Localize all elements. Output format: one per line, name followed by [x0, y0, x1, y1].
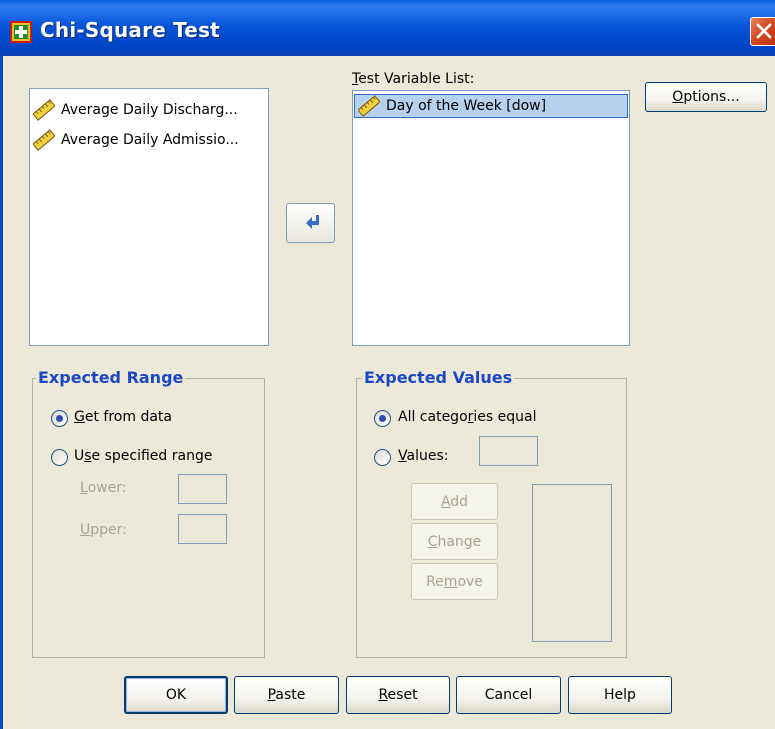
list-item-label: Average Daily Admissio...	[61, 132, 239, 148]
all-categories-equal-label: All categories equal	[398, 409, 537, 425]
source-variable-list[interactable]: Average Daily Discharg... Average Daily …	[29, 88, 269, 346]
window-title: Chi-Square Test	[40, 18, 220, 42]
list-item[interactable]: Average Daily Discharg...	[33, 98, 238, 122]
use-specified-range-radio[interactable]	[51, 449, 68, 466]
list-item-label: Average Daily Discharg...	[61, 102, 238, 118]
get-from-data-radio[interactable]	[51, 410, 68, 427]
close-icon	[756, 23, 772, 39]
scale-ruler-icon	[33, 129, 55, 151]
list-item[interactable]: Day of the Week [dow]	[354, 94, 628, 118]
lower-field[interactable]	[178, 474, 227, 504]
values-radio[interactable]	[374, 449, 391, 466]
values-label: Values:	[398, 448, 449, 464]
change-button[interactable]: Change	[411, 523, 498, 560]
cancel-button[interactable]: Cancel	[456, 676, 561, 714]
upper-field[interactable]	[178, 514, 227, 544]
help-button[interactable]: Help	[568, 676, 672, 714]
list-item[interactable]: Average Daily Admissio...	[33, 128, 239, 152]
use-specified-range-label: Use specified range	[74, 448, 213, 464]
add-button[interactable]: Add	[411, 483, 498, 520]
all-categories-equal-radio[interactable]	[374, 410, 391, 427]
list-item-label: Day of the Week [dow]	[386, 98, 547, 114]
options-button[interactable]: Options...	[645, 82, 767, 112]
move-variable-button[interactable]	[286, 203, 335, 243]
title-bar: Chi-Square Test	[0, 0, 775, 56]
test-variable-list-label: Test Variable List:	[352, 71, 475, 87]
values-field[interactable]	[479, 436, 538, 466]
remove-button[interactable]: Remove	[411, 563, 498, 600]
paste-button[interactable]: Paste	[234, 676, 339, 714]
close-button[interactable]	[750, 17, 775, 46]
get-from-data-label: Get from data	[74, 409, 172, 425]
scale-ruler-icon	[358, 95, 380, 117]
reset-button[interactable]: Reset	[346, 676, 450, 714]
expected-range-title: Expected Range	[36, 368, 186, 387]
test-variable-list[interactable]: Day of the Week [dow]	[352, 90, 630, 346]
ok-button[interactable]: OK	[124, 676, 228, 714]
expected-values-list[interactable]	[532, 484, 612, 642]
arrow-left-icon	[306, 215, 319, 229]
spss-app-icon	[10, 21, 32, 43]
upper-label: Upper:	[80, 522, 127, 538]
expected-values-title: Expected Values	[362, 368, 515, 387]
lower-label: Lower:	[80, 480, 127, 496]
window-frame	[0, 56, 3, 729]
scale-ruler-icon	[33, 99, 55, 121]
